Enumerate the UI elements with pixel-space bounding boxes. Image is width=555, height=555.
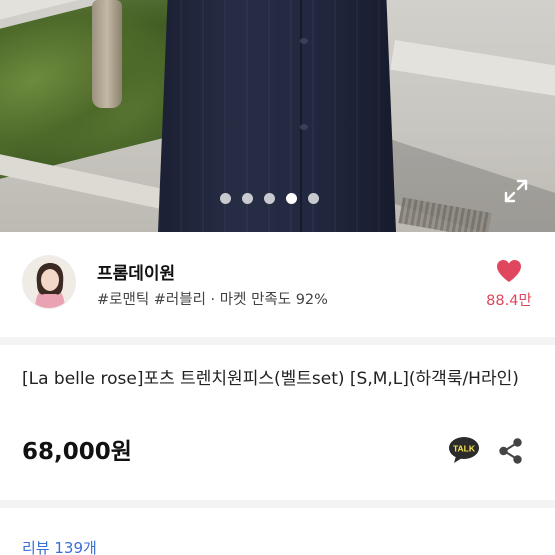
product-price: 68,000원 (22, 439, 132, 465)
review-count-link[interactable]: 리뷰 139개 (22, 537, 97, 555)
seller-row[interactable]: 프롬데이원 #로맨틱 #러블리 · 마켓 만족도 92% 88.4만 (0, 232, 555, 337)
section-divider (0, 500, 555, 508)
tree-trunk (92, 0, 122, 108)
curb (390, 40, 555, 101)
curb (0, 150, 176, 212)
heart-icon[interactable] (496, 259, 522, 283)
product-title: [La belle rose]포츠 트렌치원피스(벨트set) [S,M,L](… (22, 369, 519, 389)
share-icon[interactable] (498, 438, 524, 464)
carousel-dot[interactable] (308, 193, 319, 204)
talk-icon[interactable]: TALK (448, 436, 480, 464)
carousel-indicators (220, 193, 319, 204)
product-photo-carousel[interactable] (0, 0, 555, 232)
carousel-dot-active[interactable] (286, 193, 297, 204)
seller-avatar-image (23, 256, 75, 308)
grass-area (0, 0, 180, 187)
talk-icon-label: TALK (453, 444, 476, 454)
expand-icon[interactable] (503, 178, 529, 204)
carousel-dot[interactable] (264, 193, 275, 204)
dress-button (300, 38, 308, 44)
carousel-dot[interactable] (220, 193, 231, 204)
avatar[interactable] (22, 255, 76, 309)
dress-button (300, 124, 308, 130)
carousel-dot[interactable] (242, 193, 253, 204)
seller-name[interactable]: 프롬데이원 (97, 259, 175, 284)
like-count: 88.4만 (486, 293, 532, 309)
section-divider (0, 337, 555, 345)
seller-tags: #로맨틱 #러블리 · 마켓 만족도 92% (97, 292, 328, 308)
